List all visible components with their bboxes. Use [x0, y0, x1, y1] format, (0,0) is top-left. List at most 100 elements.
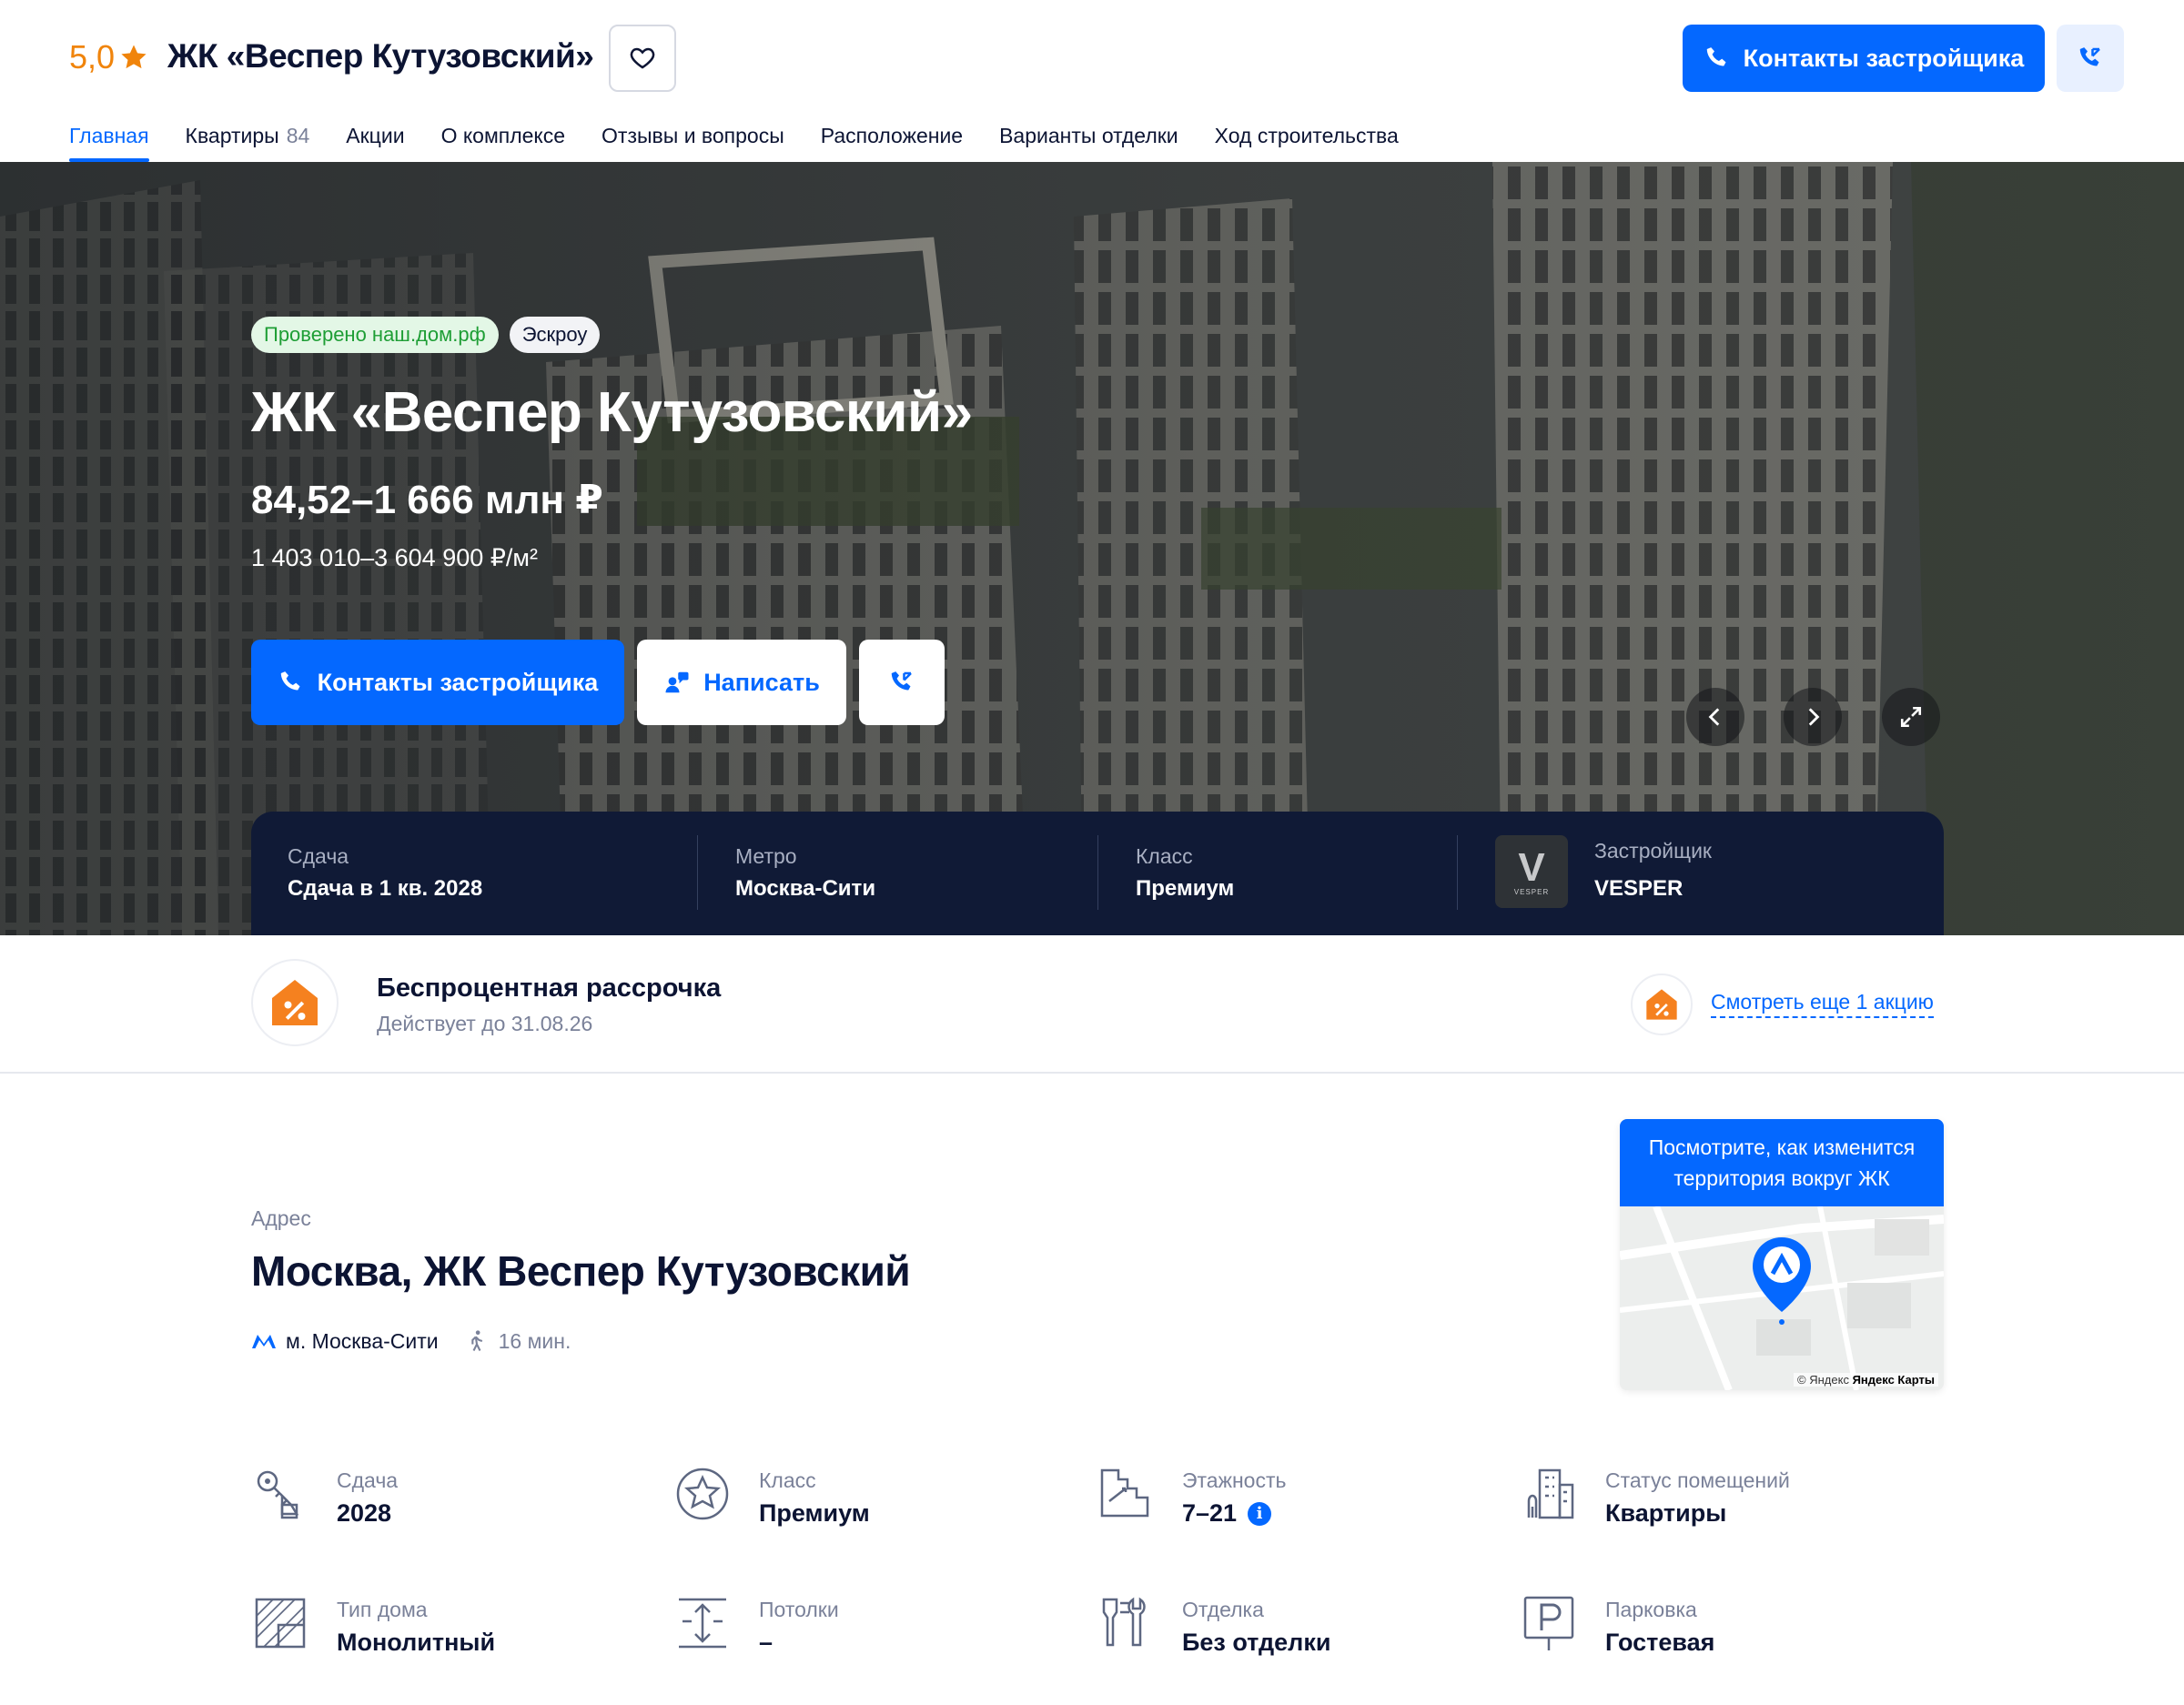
- map-preview-caption: Посмотрите, как изменится территория вок…: [1620, 1119, 1944, 1206]
- promo-more-icon: [1631, 974, 1693, 1035]
- promo-title[interactable]: Беспроцентная рассрочка: [377, 974, 721, 1004]
- tab-location[interactable]: Расположение: [821, 124, 963, 162]
- param-parking-value: Гостевая: [1605, 1629, 1715, 1656]
- rating-value: 5,0: [69, 38, 116, 76]
- map-brand: Яндекс Карты: [1852, 1373, 1935, 1387]
- map-copyright: © Яндекс: [1797, 1373, 1849, 1387]
- param-house-type-value: Монолитный: [337, 1629, 496, 1656]
- param-ceilings-label: Потолки: [759, 1598, 839, 1621]
- map-attribution: © Яндекс Яндекс Карты: [1794, 1373, 1938, 1387]
- hero-gallery: Проверено наш.дом.рф Эскроу ЖК «Веспер К…: [0, 162, 2184, 935]
- tab-promotions[interactable]: Акции: [346, 124, 404, 162]
- tab-apartments-label: Квартиры: [185, 124, 279, 147]
- tab-apartments[interactable]: Квартиры 84: [186, 124, 310, 162]
- info-class: Класс Премиум: [1136, 844, 1234, 902]
- developer-logo-word: VESPER: [1513, 887, 1550, 896]
- verified-badge: Проверено наш.дом.рф: [251, 317, 499, 353]
- param-ceilings-value: –: [759, 1629, 774, 1656]
- info-divider: [1097, 835, 1098, 910]
- info-completion: Сдача Сдача в 1 кв. 2028: [288, 844, 482, 902]
- phone-icon: [1706, 47, 1726, 66]
- tab-construction[interactable]: Ход строительства: [1215, 124, 1399, 162]
- param-completion-label: Сдача: [337, 1468, 399, 1492]
- hero-actions: Контакты застройщика Написать: [251, 640, 945, 725]
- info-metro[interactable]: Метро Москва-Сити: [735, 844, 875, 902]
- info-divider: [1457, 835, 1458, 910]
- address-title: Москва, ЖК Веспер Кутузовский: [251, 1247, 911, 1295]
- class-star-icon: [676, 1468, 729, 1520]
- param-class-label: Класс: [759, 1468, 816, 1492]
- discount-house-icon: [1646, 989, 1677, 1020]
- developer-logo-letter: V: [1518, 844, 1545, 890]
- favorite-button[interactable]: [609, 25, 676, 92]
- param-floors-value: 7–21 i: [1182, 1499, 1272, 1528]
- param-status-value: Квартиры: [1605, 1499, 1727, 1527]
- discount-house-icon: [272, 980, 318, 1025]
- info-icon[interactable]: i: [1248, 1501, 1272, 1526]
- more-promos-link[interactable]: Смотреть еще 1 акцию: [1711, 990, 1934, 1018]
- parking-icon: [1523, 1596, 1574, 1650]
- tab-main[interactable]: Главная: [69, 124, 149, 162]
- write-message-button[interactable]: Написать: [637, 640, 846, 725]
- developer-contacts-button[interactable]: Контакты застройщика: [251, 640, 624, 725]
- tab-finishing[interactable]: Варианты отделки: [999, 124, 1178, 162]
- complex-title: ЖК «Веспер Кутузовский»: [251, 381, 973, 444]
- map-preview[interactable]: Посмотрите, как изменится территория вок…: [1620, 1119, 1944, 1390]
- info-completion-value: Сдача в 1 кв. 2028: [288, 876, 483, 901]
- gallery-prev-button[interactable]: [1686, 688, 1744, 746]
- developer-contacts-label: Контакты застройщика: [1743, 44, 2025, 72]
- gallery-fullscreen-button[interactable]: [1882, 688, 1940, 746]
- info-developer-label: Застройщик: [1594, 839, 1712, 863]
- promo-banner: Беспроцентная рассрочка Действует до 31.…: [0, 935, 2184, 1074]
- phone-icon: [280, 671, 300, 691]
- param-floors-label: Этажность: [1182, 1468, 1287, 1492]
- developer-contacts-button-top[interactable]: Контакты застройщика: [1683, 25, 2045, 92]
- info-class-label: Класс: [1136, 844, 1193, 868]
- developer-contacts-label: Контакты застройщика: [317, 668, 599, 696]
- key-icon: [257, 1470, 299, 1519]
- callback-button[interactable]: [859, 640, 945, 725]
- escrow-badge: Эскроу: [509, 317, 601, 353]
- chevron-left-icon: [1708, 708, 1720, 726]
- info-class-value: Премиум: [1136, 876, 1235, 901]
- price-range: 84,52–1 666 млн ₽: [251, 478, 603, 522]
- metro-station: м. Москва-Сити 16 мин.: [251, 1328, 571, 1354]
- ceiling-height-icon: [679, 1598, 726, 1649]
- phone-icon: [2079, 47, 2100, 66]
- tab-about[interactable]: О комплексе: [441, 124, 565, 162]
- rating[interactable]: 5,0: [69, 38, 149, 76]
- page-title-top: ЖК «Веспер Кутузовский»: [167, 37, 594, 75]
- main-nav: Главная Квартиры 84 Акции О комплексе Отз…: [69, 124, 1399, 162]
- promo-validity: Действует до 31.08.26: [377, 1012, 593, 1035]
- param-status-label: Статус помещений: [1605, 1468, 1790, 1492]
- info-developer[interactable]: Застройщик VESPER: [1594, 839, 1712, 902]
- star-icon: [121, 45, 147, 69]
- info-divider: [697, 835, 698, 910]
- param-class-value: Премиум: [759, 1499, 870, 1527]
- chat-icon: [665, 671, 689, 693]
- info-metro-label: Метро: [735, 844, 797, 868]
- developer-logo[interactable]: V VESPER: [1495, 835, 1568, 908]
- metro-icon: [252, 1335, 276, 1348]
- param-parking-label: Парковка: [1605, 1598, 1697, 1621]
- info-developer-value: VESPER: [1594, 876, 1684, 901]
- stairs-icon: [1100, 1468, 1149, 1518]
- param-house-type-label: Тип дома: [337, 1598, 428, 1621]
- building-status-icon: [1527, 1468, 1574, 1519]
- promo-icon: [251, 959, 339, 1046]
- walk-time: 16 мин.: [498, 1328, 571, 1353]
- tab-apartments-count: 84: [286, 124, 310, 147]
- finishing-tools-icon: [1102, 1597, 1146, 1647]
- param-completion-value: 2028: [337, 1499, 392, 1527]
- price-per-sqm: 1 403 010–3 604 900 ₽/м²: [251, 544, 538, 571]
- header: 5,0 ЖК «Веспер Кутузовский» Контакты зас…: [0, 0, 2184, 162]
- callback-button-top[interactable]: [2057, 25, 2124, 92]
- address-label: Адрес: [251, 1206, 311, 1230]
- tab-reviews[interactable]: Отзывы и вопросы: [602, 124, 784, 162]
- house-type-icon: [255, 1598, 306, 1649]
- param-finishing-value: Без отделки: [1182, 1629, 1331, 1656]
- heart-icon: [630, 47, 655, 69]
- gallery-next-button[interactable]: [1784, 688, 1842, 746]
- hero-badges: Проверено наш.дом.рф Эскроу: [251, 317, 601, 353]
- param-finishing-label: Отделка: [1182, 1598, 1264, 1621]
